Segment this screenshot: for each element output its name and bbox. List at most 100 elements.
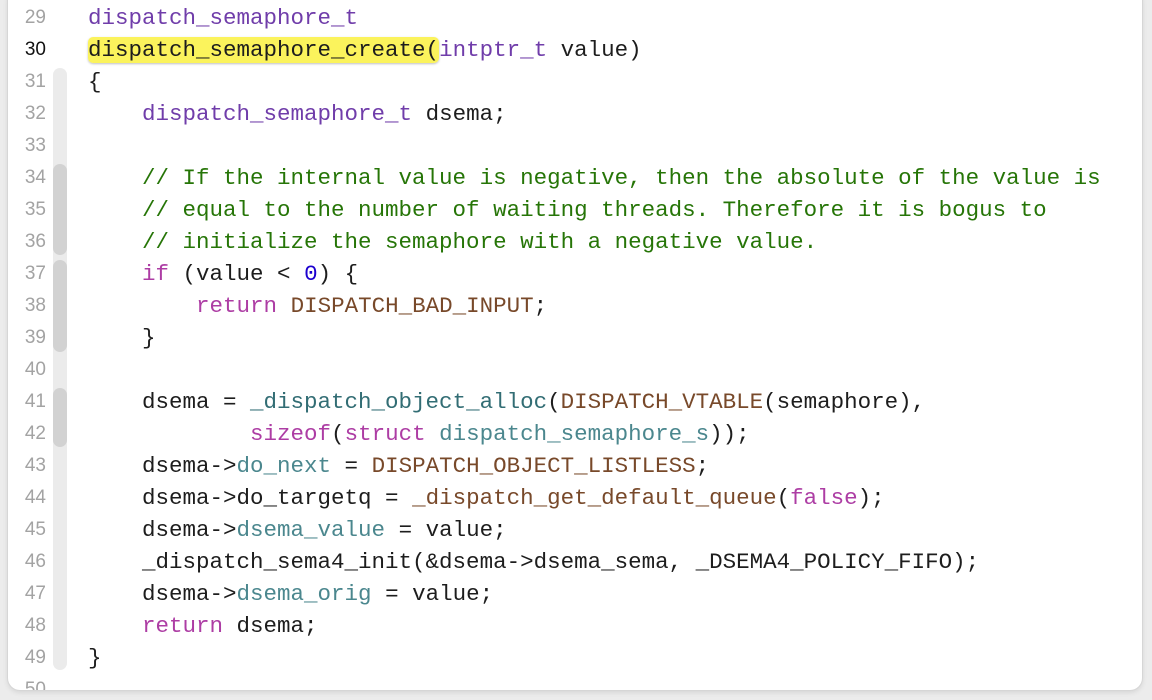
code-token: dispatch_semaphore_t <box>142 101 413 127</box>
code-line[interactable]: 48 return dsema; <box>8 610 1142 642</box>
code-line[interactable]: 42 sizeof(struct dispatch_semaphore_s)); <box>8 418 1142 450</box>
code-token: dsema_value <box>236 517 386 543</box>
code-token: _dispatch_sema4_init(&dsema->dsema_sema,… <box>88 549 980 575</box>
code-token: )); <box>709 421 750 447</box>
code-line[interactable]: 38 return DISPATCH_BAD_INPUT; <box>8 290 1142 322</box>
code-token: dsema = <box>88 389 251 415</box>
code-text[interactable]: dsema->dsema_orig = value; <box>88 578 493 610</box>
code-text[interactable]: // equal to the number of waiting thread… <box>88 194 1047 226</box>
line-number: 31 <box>24 71 46 92</box>
code-line[interactable]: 30 dispatch_semaphore_create(intptr_t val… <box>8 34 1142 66</box>
line-number: 43 <box>24 455 46 476</box>
highlighted-token: dispatch_semaphore_create( <box>88 37 440 63</box>
code-line[interactable]: 31 { <box>8 66 1142 98</box>
code-text[interactable]: return DISPATCH_BAD_INPUT; <box>88 290 547 322</box>
line-number: 35 <box>24 199 46 220</box>
line-number: 40 <box>24 359 46 380</box>
code-token: dsema-> <box>88 517 237 543</box>
code-text[interactable]: // initialize the semaphore with a negat… <box>88 226 817 258</box>
code-token: return <box>196 293 278 319</box>
code-text[interactable]: sizeof(struct dispatch_semaphore_s)); <box>88 418 750 450</box>
line-number: 36 <box>24 231 46 252</box>
code-line[interactable]: 33 <box>8 130 1142 162</box>
line-number: 37 <box>24 263 46 284</box>
code-token: // If the internal value is negative, th… <box>88 165 1101 191</box>
code-token: struct <box>344 421 426 447</box>
code-text[interactable]: return dsema; <box>88 610 318 642</box>
code-line[interactable]: 50 <box>8 674 1142 690</box>
code-token: dispatch_semaphore_s <box>439 421 710 447</box>
code-line[interactable]: 47 dsema->dsema_orig = value; <box>8 578 1142 610</box>
code-text[interactable]: // If the internal value is negative, th… <box>88 162 1101 194</box>
code-line[interactable]: 45 dsema->dsema_value = value; <box>8 514 1142 546</box>
code-editor[interactable]: 29 dispatch_semaphore_t 30 dispatch_semapho… <box>8 0 1142 690</box>
code-line[interactable]: 41 dsema = _dispatch_object_alloc(DISPAT… <box>8 386 1142 418</box>
code-token: DISPATCH_VTABLE <box>560 389 764 415</box>
code-token: value) <box>547 37 642 63</box>
code-text[interactable]: } <box>88 642 102 674</box>
code-line[interactable]: 32 dispatch_semaphore_t dsema; <box>8 98 1142 130</box>
line-number: 47 <box>24 583 46 604</box>
code-token: _dispatch_object_alloc <box>250 389 548 415</box>
code-text[interactable]: dsema->do_next = DISPATCH_OBJECT_LISTLES… <box>88 450 709 482</box>
line-number: 38 <box>24 295 46 316</box>
code-text[interactable]: if (value < 0) { <box>88 258 358 290</box>
code-line[interactable]: 44 dsema->do_targetq = _dispatch_get_def… <box>8 482 1142 514</box>
code-token: = value; <box>371 581 494 607</box>
line-number: 44 <box>24 487 46 508</box>
line-number: 33 <box>24 135 46 156</box>
code-line[interactable]: 36 // initialize the semaphore with a ne… <box>8 226 1142 258</box>
line-number: 48 <box>24 615 46 636</box>
code-token: // initialize the semaphore with a negat… <box>88 229 818 255</box>
code-token: = <box>331 453 372 479</box>
code-token: sizeof <box>250 421 332 447</box>
code-token: } <box>88 325 156 351</box>
code-line[interactable]: 49} <box>8 642 1142 674</box>
code-line[interactable]: 43 dsema->do_next = DISPATCH_OBJECT_LIST… <box>8 450 1142 482</box>
line-number: 45 <box>24 519 46 540</box>
code-text[interactable]: } <box>88 322 156 354</box>
code-token: = value; <box>385 517 507 543</box>
code-token: false <box>790 485 858 511</box>
code-line[interactable]: 35 // equal to the number of waiting thr… <box>8 194 1142 226</box>
code-token: (value < <box>169 261 305 287</box>
line-number: 39 <box>24 327 46 348</box>
code-line[interactable]: 29 dispatch_semaphore_t <box>8 2 1142 34</box>
code-token: dsema; <box>223 613 318 639</box>
code-text[interactable]: { <box>88 66 102 98</box>
code-text[interactable]: dsema->do_targetq = _dispatch_get_defaul… <box>88 482 885 514</box>
code-text[interactable]: dispatch_semaphore_t dsema; <box>88 98 507 130</box>
code-text[interactable]: _dispatch_sema4_init(&dsema->dsema_sema,… <box>88 546 979 578</box>
line-number: 30 <box>24 39 46 60</box>
code-token: DISPATCH_BAD_INPUT <box>290 293 534 319</box>
code-line[interactable]: 37 if (value < 0) { <box>8 258 1142 290</box>
code-line[interactable]: 34 // If the internal value is negative,… <box>8 162 1142 194</box>
code-text[interactable]: dsema->dsema_value = value; <box>88 514 507 546</box>
code-token: if <box>142 261 170 287</box>
code-text[interactable]: dispatch_semaphore_create(intptr_t value… <box>88 34 642 66</box>
code-token: dsema-> <box>88 453 237 479</box>
code-text[interactable]: dispatch_semaphore_t <box>88 2 358 34</box>
code-token: return <box>142 613 224 639</box>
code-token: ) { <box>317 261 359 287</box>
code-token: intptr_t <box>439 37 548 63</box>
code-line[interactable]: 39 } <box>8 322 1142 354</box>
code-text[interactable]: dsema = _dispatch_object_alloc(DISPATCH_… <box>88 386 925 418</box>
line-number: 50 <box>24 679 46 690</box>
code-token: (semaphore), <box>763 389 926 415</box>
code-line[interactable]: 46 _dispatch_sema4_init(&dsema->dsema_se… <box>8 546 1142 578</box>
code-token: ; <box>533 293 548 319</box>
code-line[interactable]: 40 <box>8 354 1142 386</box>
line-number: 41 <box>24 391 46 412</box>
code-token: ( <box>331 421 345 447</box>
code-token: dsema; <box>412 101 507 127</box>
code-token: dsema_orig <box>236 581 372 607</box>
code-token: ); <box>857 485 885 511</box>
